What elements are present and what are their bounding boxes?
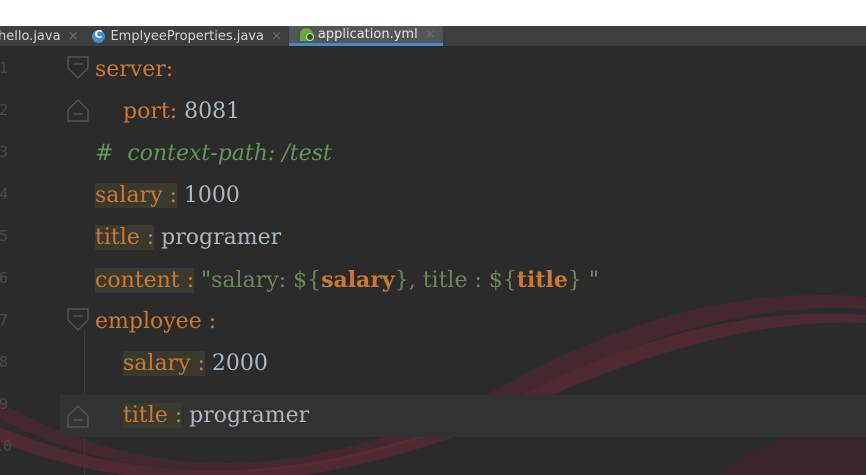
close-icon[interactable]: ×	[68, 29, 79, 44]
yaml-separator: :	[162, 183, 177, 208]
editor-tab-bar: hello.java × EmplyeeProperties.java × ap…	[0, 26, 866, 47]
tab-application-yml[interactable]: application.yml ×	[288, 26, 443, 46]
code-line-content[interactable]: content : "salary: ${salary}, title : ${…	[95, 259, 599, 301]
string-text: , title :	[408, 268, 489, 293]
tab-emplyee-properties-java[interactable]: EmplyeeProperties.java ×	[85, 26, 288, 46]
yaml-colon: :	[165, 57, 174, 82]
fold-open-icon[interactable]	[67, 308, 89, 332]
yaml-separator: :	[179, 268, 195, 293]
fold-open-icon[interactable]	[67, 56, 89, 80]
code-line-title[interactable]: title : programer	[95, 217, 281, 259]
yaml-key: title	[95, 225, 140, 250]
yaml-value: 8081	[177, 99, 241, 124]
placeholder-name: title	[516, 267, 568, 293]
close-icon[interactable]: ×	[425, 27, 436, 42]
code-line-server[interactable]: server:	[95, 49, 173, 91]
line-number: 10	[0, 437, 13, 455]
yaml-value: 1000	[176, 183, 240, 208]
yaml-key: port	[123, 99, 170, 124]
yaml-separator: :	[139, 225, 155, 250]
window-top-strip	[0, 0, 866, 26]
yaml-separator: :	[167, 403, 183, 428]
yaml-key: salary	[95, 183, 163, 208]
line-number: 4	[0, 185, 8, 203]
tab-hello-java[interactable]: hello.java ×	[0, 26, 85, 46]
fold-end-icon[interactable]	[67, 98, 89, 122]
yaml-key: title	[123, 403, 168, 428]
yaml-separator: :	[201, 309, 217, 334]
placeholder-open-brace: {	[502, 268, 517, 293]
code-line-employee-title[interactable]: title : programer	[60, 395, 866, 437]
string-text: salary:	[211, 268, 294, 293]
placeholder-dollar: $	[293, 268, 308, 293]
line-number: 6	[0, 269, 8, 287]
line-number: 5	[0, 227, 8, 245]
line-number: 1	[0, 59, 8, 77]
yaml-key: server	[95, 57, 166, 82]
yaml-separator: :	[190, 351, 205, 376]
yaml-key: content	[95, 268, 180, 293]
line-number-gutter: 1 2 3 4 5 6 7 8 9 10	[0, 47, 60, 475]
code-line-port[interactable]: port: 8081	[95, 91, 240, 133]
placeholder-name: salary	[321, 267, 395, 293]
fold-end-icon[interactable]	[67, 404, 89, 428]
yaml-key: salary	[123, 351, 191, 376]
string-quote: "	[194, 268, 212, 293]
placeholder-close-brace: }	[567, 268, 582, 293]
code-line-salary[interactable]: salary : 1000	[95, 175, 240, 217]
tab-label: application.yml	[317, 27, 418, 42]
close-icon[interactable]: ×	[271, 29, 282, 44]
tab-label: EmplyeeProperties.java	[110, 28, 264, 44]
java-class-icon	[92, 28, 106, 43]
code-line-employee[interactable]: employee :	[95, 301, 216, 343]
line-number: 9	[0, 395, 8, 413]
spring-yml-icon	[299, 28, 314, 41]
placeholder-dollar: $	[488, 268, 503, 293]
tab-label: hello.java	[0, 28, 61, 44]
placeholder-open-brace: {	[307, 268, 322, 293]
line-number: 8	[0, 353, 8, 371]
line-number: 7	[0, 311, 8, 329]
yaml-value: 2000	[204, 351, 268, 376]
string-quote: "	[581, 268, 600, 293]
code-line-employee-salary[interactable]: salary : 2000	[95, 343, 268, 385]
line-number: 3	[0, 143, 8, 161]
code-editor[interactable]: 1 2 3 4 5 6 7 8 9 10 server: port: 8081 …	[0, 47, 866, 475]
line-number: 2	[0, 101, 8, 119]
yaml-comment: # context-path: /test	[95, 141, 332, 166]
yaml-colon: :	[169, 99, 178, 124]
yaml-key: employee	[95, 309, 202, 334]
yaml-value: programer	[154, 225, 282, 250]
yaml-value: programer	[182, 403, 310, 428]
code-line-comment[interactable]: # context-path: /test	[95, 133, 332, 175]
placeholder-close-brace: }	[394, 268, 409, 293]
